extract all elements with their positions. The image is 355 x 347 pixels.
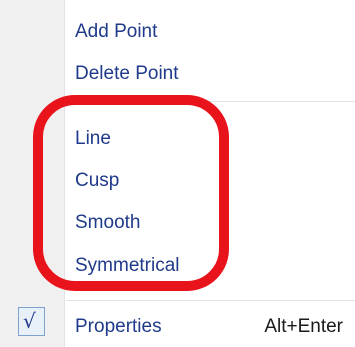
menu-item-label: Delete Point bbox=[75, 63, 179, 84]
context-menu: Add Point Delete Point Line Cusp Smooth … bbox=[0, 0, 355, 347]
menu-item-symmetrical[interactable]: Symmetrical bbox=[0, 246, 355, 286]
menu-item-smooth[interactable]: Smooth bbox=[0, 203, 355, 243]
menu-item-add-point[interactable]: Add Point bbox=[0, 12, 355, 52]
menu-item-label: Add Point bbox=[75, 21, 158, 42]
menu-item-label: Line bbox=[75, 128, 111, 149]
menu-separator bbox=[66, 300, 355, 301]
menu-separator bbox=[66, 101, 355, 102]
menu-item-label: Smooth bbox=[75, 212, 141, 233]
menu-item-label: Symmetrical bbox=[75, 255, 180, 276]
menu-item-label: Cusp bbox=[75, 170, 120, 191]
menu-item-properties[interactable]: Properties Alt+Enter bbox=[0, 307, 355, 347]
menu-item-cusp[interactable]: Cusp bbox=[0, 161, 355, 201]
menu-item-line[interactable]: Line bbox=[0, 119, 355, 159]
menu-item-shortcut: Alt+Enter bbox=[264, 316, 343, 337]
menu-item-label: Properties bbox=[75, 316, 162, 337]
menu-item-delete-point[interactable]: Delete Point bbox=[0, 54, 355, 94]
